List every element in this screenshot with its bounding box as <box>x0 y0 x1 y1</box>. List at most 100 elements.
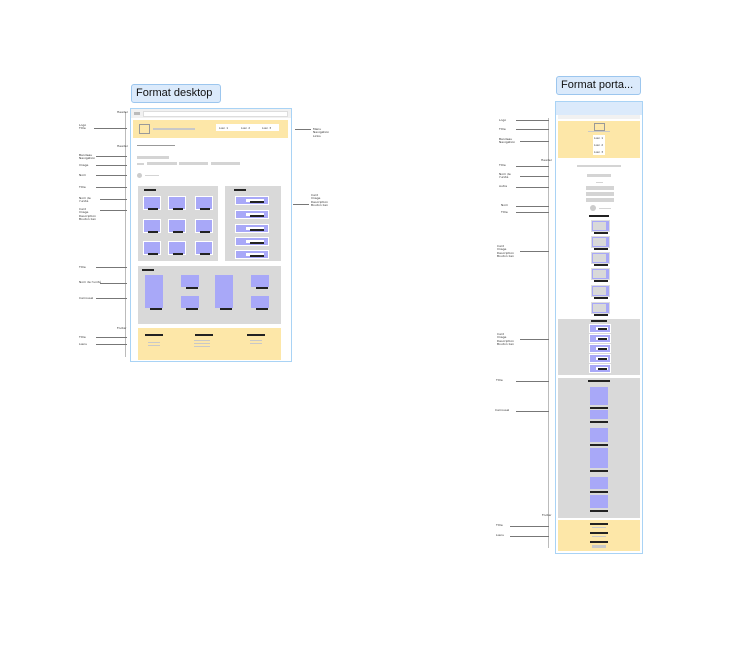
annotation-unite-2: Nom de l'unité <box>79 280 101 284</box>
portable-card[interactable] <box>591 252 610 266</box>
portable-list-title <box>591 320 607 322</box>
annotation-line-right <box>295 129 311 130</box>
annotation-line <box>516 381 549 382</box>
portable-list-card[interactable] <box>589 324 611 333</box>
list-card[interactable] <box>235 250 269 259</box>
annotation-line <box>520 339 549 340</box>
annotation-footer: Footer <box>117 326 127 330</box>
portable-footer-title <box>590 523 608 525</box>
portable-section-title <box>589 215 609 217</box>
list-card[interactable] <box>235 237 269 246</box>
portable-carousel-item[interactable] <box>590 477 608 493</box>
title-line <box>137 156 169 159</box>
annotation-line <box>516 129 549 130</box>
portable-nav: Lien 1 Lien 2 Lien 3 <box>593 135 605 155</box>
portable-header: Lien 1 Lien 2 Lien 3 <box>558 121 640 158</box>
footer-link[interactable] <box>250 343 262 344</box>
annotation-line <box>94 128 127 129</box>
carousel-item[interactable] <box>181 275 199 289</box>
annotation-line <box>516 166 549 167</box>
portable-list-card[interactable] <box>589 334 611 343</box>
portable-footer-link[interactable] <box>592 527 606 528</box>
card[interactable] <box>143 219 161 233</box>
carousel-item[interactable] <box>215 275 233 310</box>
card[interactable] <box>195 196 213 210</box>
card[interactable] <box>168 241 186 255</box>
portable-nav-link-3[interactable]: Lien 3 <box>594 150 603 154</box>
annotation-line <box>100 199 127 200</box>
portable-card[interactable] <box>591 302 610 316</box>
portable-tag <box>586 192 614 196</box>
portable-carousel-item[interactable] <box>590 387 608 409</box>
p-annotation-footer-titre: Titre <box>496 523 503 527</box>
annotation-line <box>516 120 549 121</box>
portable-carousel-title <box>588 380 610 382</box>
portable-carousel-item[interactable] <box>590 410 608 423</box>
footer-link[interactable] <box>148 345 160 346</box>
portable-carousel-item[interactable] <box>590 428 608 446</box>
carousel-item[interactable] <box>145 275 163 310</box>
portable-nav-link-2[interactable]: Lien 2 <box>594 143 603 147</box>
portable-browser-bar <box>558 115 640 119</box>
p-annotation-titre: Titre <box>499 127 506 131</box>
list-card[interactable] <box>235 224 269 233</box>
card[interactable] <box>168 196 186 210</box>
carousel-item[interactable] <box>251 275 269 289</box>
portable-footer-link[interactable] <box>592 545 606 548</box>
portable-card[interactable] <box>591 236 610 250</box>
portable-card[interactable] <box>591 285 610 299</box>
list-card[interactable] <box>235 210 269 219</box>
annotation-line <box>100 283 127 284</box>
desktop-frame-label[interactable]: Format desktop <box>131 84 221 103</box>
portable-list-card[interactable] <box>589 354 611 363</box>
portable-carousel-panel <box>558 378 640 518</box>
portable-list-card[interactable] <box>589 344 611 353</box>
card[interactable] <box>195 241 213 255</box>
portable-card[interactable] <box>591 268 610 282</box>
annotation-titre: Titre <box>79 185 86 189</box>
portable-nav-link-1[interactable]: Lien 1 <box>594 136 603 140</box>
footer-link[interactable] <box>148 342 160 343</box>
footer-link[interactable] <box>194 346 210 347</box>
card[interactable] <box>195 219 213 233</box>
card[interactable] <box>143 241 161 255</box>
annotation-guide <box>548 118 549 548</box>
footer-link[interactable] <box>194 340 210 341</box>
breadcrumb <box>137 145 175 146</box>
footer-col-title <box>247 334 265 336</box>
nav-link-1[interactable]: Lien 1 <box>219 126 228 130</box>
portable-carousel-item[interactable] <box>590 495 608 512</box>
carousel-panel <box>138 266 281 324</box>
carousel-item[interactable] <box>181 296 199 310</box>
card[interactable] <box>168 219 186 233</box>
carousel-item[interactable] <box>251 296 269 310</box>
p-annotation-titre-3: Titre <box>501 210 508 214</box>
portable-frame-label[interactable]: Format porta... <box>556 76 641 95</box>
carousel-title <box>142 269 154 271</box>
portable-footer-link[interactable] <box>592 536 606 537</box>
annotation-titre-2: Titre <box>79 265 86 269</box>
tag-2 <box>179 162 208 165</box>
annotation-liens: Liens <box>79 342 87 346</box>
list-card[interactable] <box>235 196 269 205</box>
footer-link[interactable] <box>194 343 210 344</box>
header: Lien 1 Lien 2 Lien 3 <box>133 120 288 138</box>
portable-list-card[interactable] <box>589 364 611 373</box>
portable-logo <box>594 123 605 131</box>
p-annotation-autre: Autre <box>499 184 508 188</box>
nav-link-2[interactable]: Lien 2 <box>241 126 250 130</box>
footer-col-title <box>195 334 213 336</box>
p-annotation-unite: Nom de l'unité <box>499 172 511 180</box>
browser-address <box>143 111 288 117</box>
annotation-line <box>520 251 549 252</box>
annotation-line <box>96 298 127 299</box>
portable-tag <box>586 198 614 202</box>
nav-link-3[interactable]: Lien 3 <box>262 126 271 130</box>
portable-carousel-item[interactable] <box>590 448 608 472</box>
card[interactable] <box>143 196 161 210</box>
p-annotation-carrousel: Carrousel <box>495 408 510 412</box>
footer-link[interactable] <box>250 340 262 341</box>
portable-card[interactable] <box>591 220 610 234</box>
p-annotation-bandeau: Bandeau Navigation <box>499 137 516 145</box>
footer-col-title <box>145 334 163 336</box>
